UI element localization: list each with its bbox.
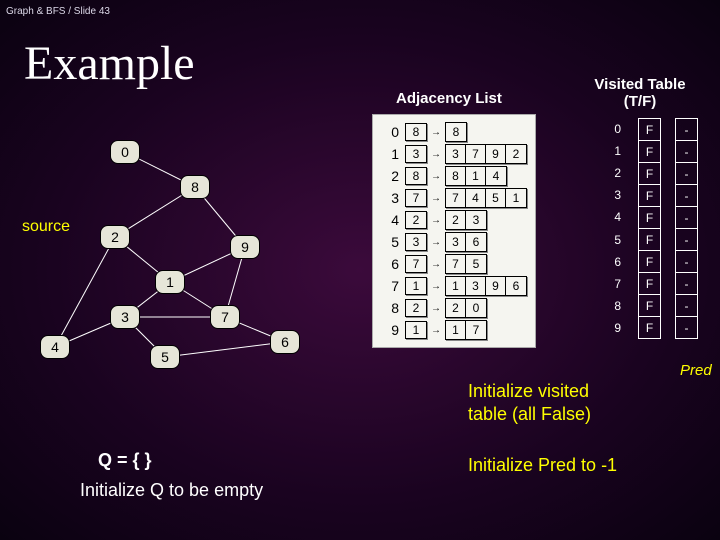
graph-edges [20,130,370,380]
adj-row-5: 53→36 [381,231,527,253]
adj-row-1: 13→3792 [381,143,527,165]
pred-label: Pred [680,362,712,379]
adj-row-4: 42→23 [381,209,527,231]
graph-node-7: 7 [210,305,240,329]
graph-node-9: 9 [230,235,260,259]
visited-table-label: Visited Table (T/F) [580,76,700,111]
graph-diagram: 0 8 2 9 13 7 4 5 6 source [20,130,370,380]
adj-row-3: 37→7451 [381,187,527,209]
visited-column: FFFFFFFFFF [638,118,661,339]
queue-equation: Q = { } [98,450,152,471]
graph-node-1: 1 [155,270,185,294]
graph-node-0: 0 [110,140,140,164]
visited-pred-tables: 0123456789 FFFFFFFFFF ---------- [610,118,698,339]
adj-row-9: 91→17 [381,319,527,341]
init-pred-text: Initialize Pred to -1 [468,455,617,476]
graph-node-6: 6 [270,330,300,354]
source-label: source [22,218,70,236]
adjacency-list: 08→813→379228→81437→745142→2353→3667→757… [372,114,536,348]
graph-node-3: 3 [110,305,140,329]
init-visited-text: Initialize visitedtable (all False) [468,380,591,425]
adj-row-7: 71→1396 [381,275,527,297]
page-title: Example [24,36,195,91]
graph-node-2: 2 [100,225,130,249]
adj-row-6: 67→75 [381,253,527,275]
adjacency-list-label: Adjacency List [396,90,502,107]
adj-row-2: 28→814 [381,165,527,187]
pred-column: ---------- [675,118,698,339]
queue-eq-text: Q = { } [98,450,152,470]
graph-node-4: 4 [40,335,70,359]
init-queue-text: Initialize Q to be empty [80,480,263,501]
index-column: 0123456789 [610,118,624,339]
adj-row-8: 82→20 [381,297,527,319]
graph-node-8: 8 [180,175,210,199]
graph-node-5: 5 [150,345,180,369]
adj-row-0: 08→8 [381,121,527,143]
slide-path: Graph & BFS / Slide 43 [6,6,110,17]
